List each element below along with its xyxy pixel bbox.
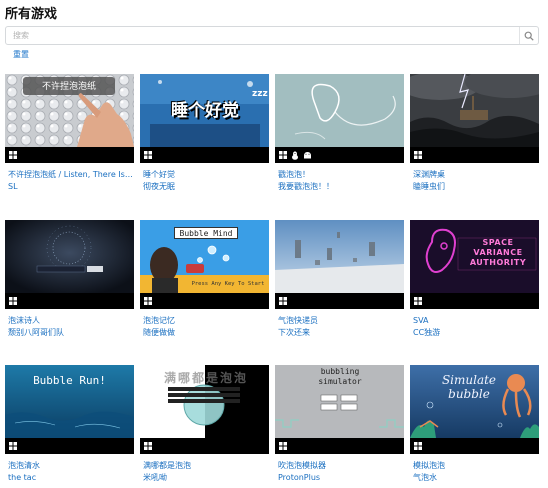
platform-bar: [410, 147, 539, 163]
game-author[interactable]: 气泡水: [413, 473, 539, 483]
game-card[interactable]: Bubble Run! 泡泡清水 the tac: [5, 365, 134, 483]
platform-bar: [275, 147, 404, 163]
windows-icon: [414, 297, 422, 305]
game-author[interactable]: 米吼呦: [143, 473, 269, 483]
page-title: 所有游戏: [5, 7, 58, 22]
game-title[interactable]: 模拟泡泡: [413, 461, 539, 471]
linux-icon: [292, 150, 298, 160]
windows-icon: [414, 442, 422, 450]
game-thumbnail: Bubble Mind Press Any Key To Start: [140, 220, 269, 293]
game-thumbnail: [5, 220, 134, 293]
game-card[interactable]: 满哪都是泡泡 满哪都是泡泡 米吼呦: [140, 365, 269, 483]
thumb-caption: 睡个好觉: [171, 101, 239, 121]
thumb-caption: 满哪都是泡泡: [163, 371, 248, 385]
game-title[interactable]: 泡泡清水: [8, 461, 134, 471]
thumb-caption: Bubble Mind: [174, 227, 238, 239]
search-input[interactable]: [6, 27, 520, 44]
game-author[interactable]: 随便做做: [143, 328, 269, 338]
game-author[interactable]: 彻夜无眠: [143, 182, 269, 192]
search-bar: [5, 26, 539, 45]
windows-icon: [279, 442, 287, 450]
game-author[interactable]: 颓别八阿哥们队: [8, 328, 134, 338]
thumb-caption: SPACE VARIANCE AUTHORITY: [469, 238, 527, 267]
thumb-caption: 不许捏泡泡纸: [41, 82, 96, 92]
game-thumbnail: [275, 220, 404, 293]
platform-bar: [5, 438, 134, 454]
game-title[interactable]: 气泡快递员: [278, 316, 404, 326]
game-card[interactable]: zzz 睡个好觉 睡个好觉 彻夜无眠: [140, 74, 269, 192]
game-thumbnail: [275, 74, 404, 147]
windows-icon: [144, 442, 152, 450]
windows-icon: [279, 297, 287, 305]
game-thumbnail: Simulate bubble: [410, 365, 539, 438]
game-author[interactable]: 我要戳泡泡！！: [278, 182, 404, 192]
android-icon: [304, 152, 311, 159]
windows-icon: [279, 151, 287, 159]
game-author[interactable]: SL: [8, 182, 134, 192]
platform-bar: [140, 147, 269, 163]
game-card[interactable]: 泡沫诗人 颓别八阿哥们队: [5, 220, 134, 338]
search-icon: [524, 31, 534, 41]
thumb-subcaption: Press Any Key To Start: [191, 281, 265, 287]
game-title[interactable]: 满哪都是泡泡: [143, 461, 269, 471]
game-card[interactable]: bubbling simulator 吹泡泡模拟器 ProtonPlus: [275, 365, 404, 483]
game-title[interactable]: 戳泡泡！: [278, 170, 404, 180]
thumb-caption: Bubble Run!: [33, 374, 106, 387]
platform-bar: [5, 147, 134, 163]
game-card[interactable]: Simulate bubble 模拟泡泡 气泡水: [410, 365, 539, 483]
platform-bar: [5, 293, 134, 309]
platform-bar: [140, 438, 269, 454]
game-title[interactable]: 睡个好觉: [143, 170, 269, 180]
game-thumbnail: Bubble Run!: [5, 365, 134, 438]
game-thumbnail: 满哪都是泡泡: [140, 365, 269, 438]
platform-bar: [140, 293, 269, 309]
windows-icon: [9, 442, 17, 450]
game-card[interactable]: 戳泡泡！ 我要戳泡泡！！: [275, 74, 404, 192]
platform-bar: [410, 293, 539, 309]
thumb-caption: Simulate bubble: [441, 373, 497, 401]
game-title[interactable]: 不许捏泡泡纸 / Listen, There Is No...: [8, 170, 134, 180]
windows-icon: [144, 151, 152, 159]
game-card[interactable]: 深渊牌桌 瞌睡虫们: [410, 74, 539, 192]
game-title[interactable]: 泡泡记忆: [143, 316, 269, 326]
game-card[interactable]: SPACE VARIANCE AUTHORITY SVA CC独游: [410, 220, 539, 338]
game-card[interactable]: 气泡快递员 下次还来: [275, 220, 404, 338]
game-author[interactable]: CC独游: [413, 328, 539, 338]
game-title[interactable]: SVA: [413, 316, 539, 326]
game-card[interactable]: Bubble Mind Press Any Key To Start 泡泡记忆 …: [140, 220, 269, 338]
thumb-caption: bubbling simulator: [318, 367, 362, 386]
game-author[interactable]: the tac: [8, 473, 134, 483]
windows-icon: [9, 297, 17, 305]
game-author[interactable]: 瞌睡虫们: [413, 182, 539, 192]
game-author[interactable]: 下次还来: [278, 328, 404, 338]
reset-link[interactable]: 重置: [13, 49, 29, 60]
game-thumbnail: 不许捏泡泡纸: [5, 74, 134, 147]
platform-bar: [275, 438, 404, 454]
game-thumbnail: bubbling simulator: [275, 365, 404, 438]
windows-icon: [9, 151, 17, 159]
platform-bar: [275, 293, 404, 309]
windows-icon: [144, 297, 152, 305]
windows-icon: [414, 151, 422, 159]
game-author[interactable]: ProtonPlus: [278, 473, 404, 483]
game-title[interactable]: 吹泡泡模拟器: [278, 461, 404, 471]
game-thumbnail: [410, 74, 539, 147]
game-thumbnail: zzz 睡个好觉: [140, 74, 269, 147]
game-card[interactable]: 不许捏泡泡纸 不许捏泡泡纸 / Listen, There Is No... S…: [5, 74, 134, 192]
game-grid: 不许捏泡泡纸 不许捏泡泡纸 / Listen, There Is No... S…: [5, 74, 545, 488]
search-button[interactable]: [519, 27, 538, 44]
game-title[interactable]: 泡沫诗人: [8, 316, 134, 326]
game-thumbnail: SPACE VARIANCE AUTHORITY: [410, 220, 539, 293]
game-title[interactable]: 深渊牌桌: [413, 170, 539, 180]
platform-bar: [410, 438, 539, 454]
